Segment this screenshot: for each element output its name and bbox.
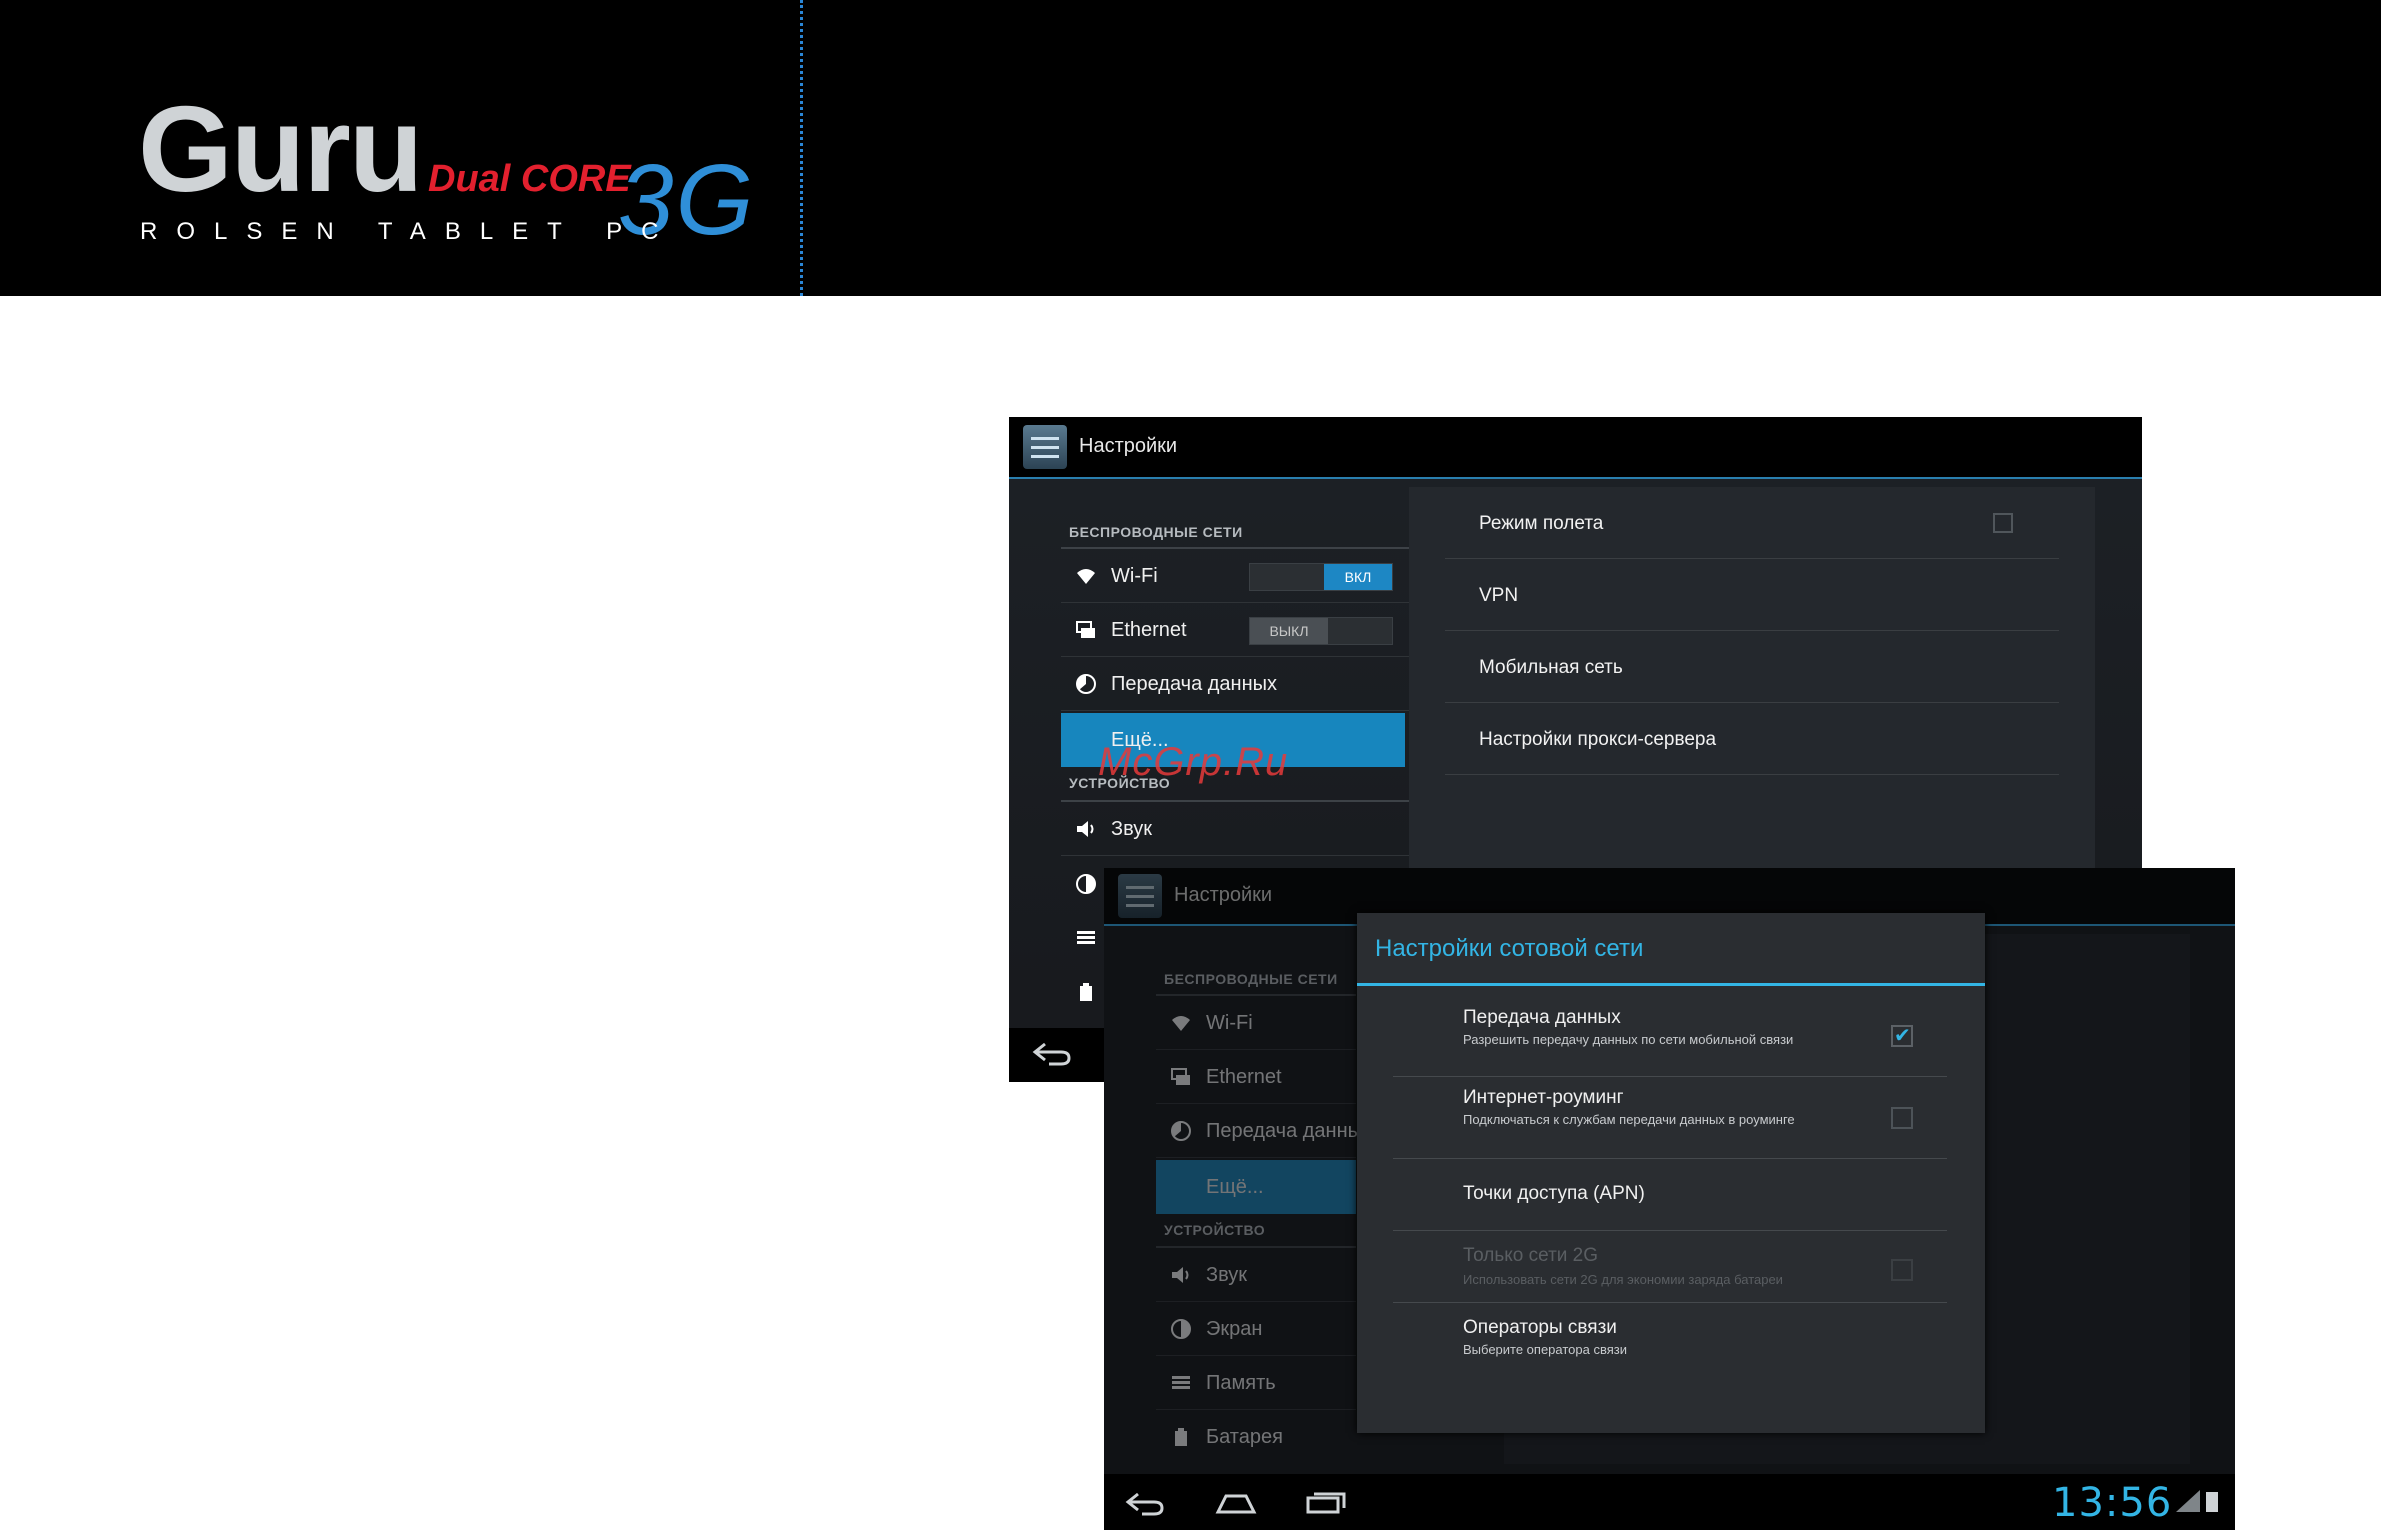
- data-enabled-checkbox[interactable]: [1891, 1023, 1913, 1048]
- battery-icon: [1170, 1426, 1192, 1448]
- 2g-only-checkbox: [1891, 1259, 1913, 1281]
- settings-item-more[interactable]: Ещё...: [1156, 1160, 1356, 1214]
- settings-item-ethernet[interactable]: Ethernet ВЫКЛ: [1061, 603, 1411, 657]
- sound-icon: [1170, 1264, 1192, 1286]
- section-header-wireless: БЕСПРОВОДНЫЕ СЕТИ: [1164, 971, 1338, 987]
- recent-apps-icon[interactable]: [1304, 1488, 1348, 1524]
- ethernet-toggle[interactable]: ВЫКЛ: [1249, 617, 1393, 645]
- home-icon[interactable]: [1214, 1488, 1258, 1524]
- signal-battery-icon: [2174, 1488, 2222, 1520]
- settings-item-ethernet[interactable]: Ethernet: [1156, 1050, 1356, 1104]
- settings-item-label: Ethernet: [1111, 619, 1187, 641]
- dialog-row-access-points[interactable]: Точки доступа (APN): [1393, 1159, 1947, 1231]
- back-icon[interactable]: [1031, 1038, 1073, 1074]
- settings-item-data-usage[interactable]: Передача данных: [1061, 657, 1411, 711]
- more-item-airplane-mode[interactable]: Режим полета: [1409, 487, 2095, 559]
- settings-sliders-icon[interactable]: [1023, 425, 1067, 469]
- wifi-icon: [1075, 565, 1097, 587]
- more-item-label: Режим полета: [1479, 513, 1604, 534]
- row-title: Операторы связи: [1463, 1317, 1617, 1338]
- settings-item-label: Батарея: [1206, 1426, 1283, 1448]
- brightness-icon: [1075, 873, 1097, 895]
- settings-item-label: Ethernet: [1206, 1066, 1282, 1088]
- row-summary: Выберите оператора связи: [1463, 1342, 1627, 1357]
- watermark: McGrp.Ru: [1098, 740, 1289, 784]
- settings-item-label: Звук: [1111, 818, 1153, 840]
- airplane-mode-checkbox[interactable]: [1993, 513, 2013, 533]
- settings-item-wifi[interactable]: Wi-Fi: [1156, 996, 1356, 1050]
- settings-item-battery[interactable]: Батарея: [1156, 1410, 1356, 1464]
- wifi-icon: [1170, 1012, 1192, 1034]
- header-divider: [800, 0, 803, 296]
- more-item-vpn[interactable]: VPN: [1409, 559, 2095, 631]
- settings-item-label: Память: [1206, 1372, 1276, 1394]
- data-roaming-checkbox[interactable]: [1891, 1107, 1913, 1129]
- data-usage-icon: [1075, 673, 1097, 695]
- storage-icon: [1075, 927, 1097, 949]
- section-header-wireless: БЕСПРОВОДНЫЕ СЕТИ: [1069, 524, 1243, 540]
- settings-item-wifi[interactable]: Wi-Fi ВКЛ: [1061, 549, 1411, 603]
- status-clock: 13:56: [2052, 1480, 2173, 1526]
- wifi-toggle[interactable]: ВКЛ: [1249, 563, 1393, 591]
- settings-item-data-usage[interactable]: Передача данных: [1156, 1104, 1372, 1158]
- row-summary: Использовать сети 2G для экономии заряда…: [1463, 1272, 1783, 1287]
- brand-tagline: ROLSEN TABLET PC: [140, 218, 678, 245]
- section-header-device: УСТРОЙСТВО: [1164, 1222, 1266, 1238]
- data-usage-icon: [1170, 1120, 1192, 1142]
- action-bar: Настройки: [1009, 417, 2142, 479]
- storage-icon: [1170, 1372, 1192, 1394]
- settings-item-sound[interactable]: Звук: [1156, 1248, 1356, 1302]
- toggle-state: ВЫКЛ: [1250, 618, 1328, 644]
- row-title: Передача данных: [1463, 1007, 1621, 1028]
- settings-item-label: Экран: [1206, 1318, 1263, 1340]
- dialog-title: Настройки сотовой сети: [1375, 935, 1644, 962]
- more-item-label: VPN: [1479, 585, 1519, 606]
- brand-name: Guru: [138, 81, 423, 217]
- more-item-proxy[interactable]: Настройки прокси-сервера: [1409, 703, 2095, 775]
- back-icon[interactable]: [1124, 1488, 1166, 1524]
- settings-item-label: Звук: [1206, 1264, 1248, 1286]
- settings-item-label: Wi-Fi: [1111, 565, 1158, 587]
- brand-edition: Dual CORE: [428, 158, 631, 200]
- dialog-row-data-enabled[interactable]: Передача данных Разрешить передачу данны…: [1393, 997, 1947, 1077]
- toggle-state: ВКЛ: [1324, 564, 1392, 590]
- settings-item-label: Передача данных: [1206, 1120, 1373, 1142]
- dialog-row-network-operators[interactable]: Операторы связи Выберите оператора связи: [1393, 1303, 1947, 1373]
- settings-item-storage[interactable]: Память: [1156, 1356, 1356, 1410]
- ethernet-icon: [1075, 619, 1097, 641]
- action-bar-title: Настройки: [1174, 884, 1273, 906]
- settings-item-display[interactable]: Экран: [1156, 1302, 1356, 1356]
- battery-icon: [1075, 981, 1097, 1003]
- settings-item-label: Wi-Fi: [1206, 1012, 1253, 1034]
- more-item-label: Настройки прокси-сервера: [1479, 729, 1717, 750]
- more-item-mobile-network[interactable]: Мобильная сеть: [1409, 631, 2095, 703]
- sound-icon: [1075, 818, 1097, 840]
- row-title: Точки доступа (APN): [1463, 1183, 1645, 1204]
- row-summary: Подключаться к службам передачи данных в…: [1463, 1112, 1795, 1127]
- ethernet-icon: [1170, 1066, 1192, 1088]
- action-bar-title: Настройки: [1079, 435, 1178, 457]
- dialog-row-2g-only: Только сети 2G Использовать сети 2G для …: [1393, 1231, 1947, 1303]
- settings-sliders-icon[interactable]: [1118, 874, 1162, 918]
- mobile-network-screenshot: Настройки БЕСПРОВОДНЫЕ СЕТИ Wi-Fi Ethern…: [1104, 868, 2235, 1530]
- settings-item-sound[interactable]: Звук: [1061, 802, 1411, 856]
- row-summary: Разрешить передачу данных по сети мобиль…: [1463, 1032, 1794, 1047]
- dialog-row-data-roaming[interactable]: Интернет-роуминг Подключаться к службам …: [1393, 1077, 1947, 1159]
- mobile-network-dialog: Настройки сотовой сети Передача данных Р…: [1357, 913, 1985, 1433]
- settings-item-label: Передача данных: [1111, 673, 1278, 695]
- dialog-title-divider: [1357, 983, 1985, 986]
- row-title: Интернет-роуминг: [1463, 1087, 1624, 1108]
- row-title: Только сети 2G: [1463, 1245, 1599, 1266]
- more-item-label: Мобильная сеть: [1479, 657, 1623, 678]
- brightness-icon: [1170, 1318, 1192, 1340]
- settings-item-label: Ещё...: [1206, 1176, 1264, 1198]
